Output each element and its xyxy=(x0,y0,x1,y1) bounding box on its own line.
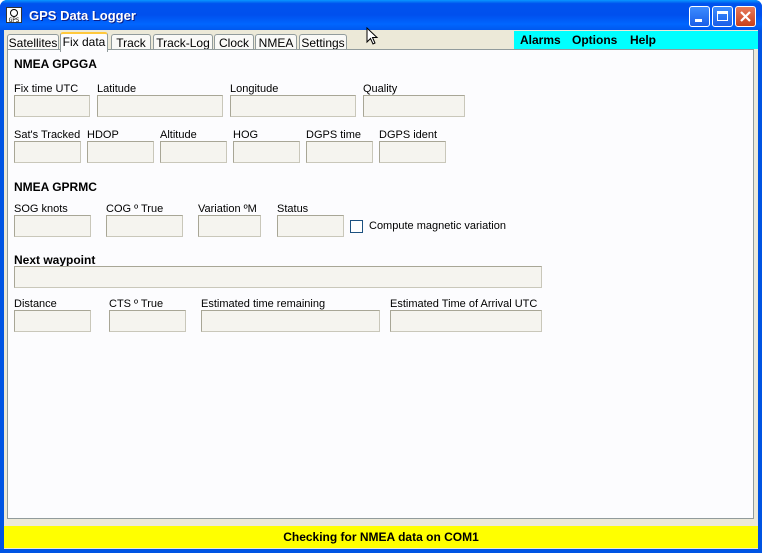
cts-label: CTS º True xyxy=(109,298,164,310)
close-button[interactable] xyxy=(735,6,756,27)
client-area: Satellites Fix data Track Track-Log Cloc… xyxy=(4,30,758,549)
quality-label: Quality xyxy=(363,83,398,95)
compute-magnetic-variation-label[interactable]: Compute magnetic variation xyxy=(369,220,506,232)
gpgga-heading: NMEA GPGGA xyxy=(14,57,97,71)
sog-field[interactable] xyxy=(14,215,91,237)
gprmc-heading: NMEA GPRMC xyxy=(14,180,97,194)
variation-label: Variation ºM xyxy=(198,203,257,215)
latitude-label: Latitude xyxy=(97,83,137,95)
sats-tracked-field[interactable] xyxy=(14,141,81,163)
eta-field[interactable] xyxy=(390,310,542,332)
menu-help[interactable]: Help xyxy=(630,33,656,47)
minimize-icon xyxy=(695,19,702,22)
hog-label: HOG xyxy=(233,129,259,141)
fix-time-field[interactable] xyxy=(14,95,90,117)
status-field[interactable] xyxy=(277,215,344,237)
dgps-ident-label: DGPS ident xyxy=(379,129,438,141)
tab-fix-data[interactable]: Fix data xyxy=(60,32,108,52)
sats-tracked-label: Sat's Tracked xyxy=(14,129,81,141)
hdop-field[interactable] xyxy=(87,141,154,163)
dgps-time-field[interactable] xyxy=(306,141,373,163)
gps-app-icon[interactable]: GPS xyxy=(6,7,22,24)
distance-label: Distance xyxy=(14,298,57,310)
app-window: GPS GPS Data Logger Satellites Fix data … xyxy=(0,0,762,553)
status-label: Status xyxy=(277,203,309,215)
compute-magnetic-variation-checkbox[interactable] xyxy=(350,220,363,233)
window-title: GPS Data Logger xyxy=(29,8,136,23)
next-waypoint-heading: Next waypoint xyxy=(14,253,96,267)
maximize-button[interactable] xyxy=(712,6,733,27)
cog-label: COG º True xyxy=(106,203,164,215)
sog-label: SOG knots xyxy=(14,203,68,215)
cts-field[interactable] xyxy=(109,310,186,332)
title-bar[interactable]: GPS GPS Data Logger xyxy=(0,0,762,30)
altitude-label: Altitude xyxy=(160,129,197,141)
menu-bar: Alarms Options Help xyxy=(514,31,758,49)
close-icon xyxy=(740,11,751,22)
status-bar: Checking for NMEA data on COM1 xyxy=(4,526,758,548)
longitude-field[interactable] xyxy=(230,95,356,117)
etr-field[interactable] xyxy=(201,310,380,332)
eta-label: Estimated Time of Arrival UTC xyxy=(390,298,538,310)
dgps-time-label: DGPS time xyxy=(306,129,362,141)
longitude-label: Longitude xyxy=(230,83,279,95)
hog-field[interactable] xyxy=(233,141,300,163)
minimize-button[interactable] xyxy=(689,6,710,27)
etr-label: Estimated time remaining xyxy=(201,298,326,310)
maximize-icon xyxy=(717,11,728,21)
latitude-field[interactable] xyxy=(97,95,223,117)
quality-field[interactable] xyxy=(363,95,465,117)
dgps-ident-field[interactable] xyxy=(379,141,446,163)
variation-field[interactable] xyxy=(198,215,261,237)
fix-time-label: Fix time UTC xyxy=(14,83,79,95)
app-icon-text: GPS xyxy=(8,17,20,24)
distance-field[interactable] xyxy=(14,310,91,332)
fix-data-panel: NMEA GPGGA Fix time UTC Latitude Longitu… xyxy=(7,49,754,519)
status-bar-text: Checking for NMEA data on COM1 xyxy=(283,530,479,544)
next-waypoint-field[interactable] xyxy=(14,266,542,288)
cog-field[interactable] xyxy=(106,215,183,237)
mouse-cursor-icon xyxy=(366,27,379,45)
menu-options[interactable]: Options xyxy=(572,33,617,47)
altitude-field[interactable] xyxy=(160,141,227,163)
hdop-label: HDOP xyxy=(87,129,119,141)
menu-alarms[interactable]: Alarms xyxy=(520,33,561,47)
